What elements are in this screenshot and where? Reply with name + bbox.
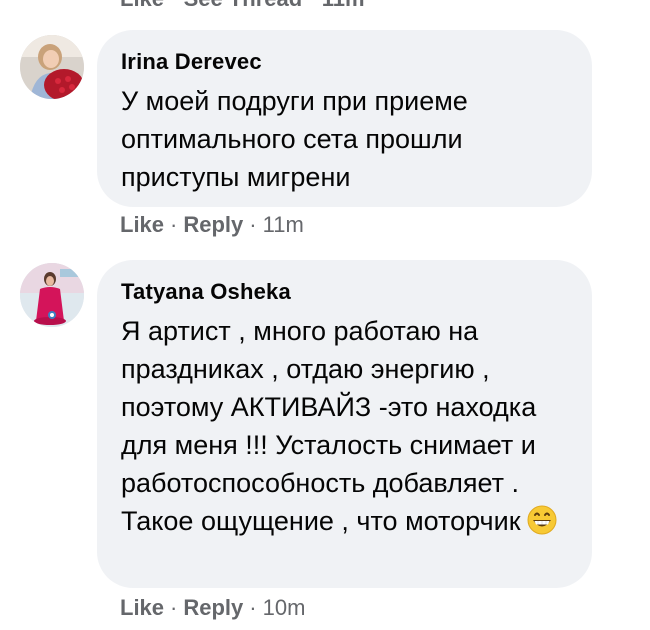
like-button[interactable]: Like (120, 212, 164, 237)
reply-button[interactable]: Reply (183, 212, 243, 237)
separator: · (170, 595, 178, 620)
comment-author[interactable]: Irina Derevec (121, 48, 566, 76)
comment-text: Я артист , много работаю на праздниках ,… (121, 312, 566, 540)
comment-actions: Like · Reply · 11m (120, 212, 304, 238)
timestamp[interactable]: 11m (263, 212, 304, 237)
comment-bubble: Irina Derevec У моей подруги при приеме … (97, 30, 592, 207)
grinning-face-icon (527, 505, 557, 535)
avatar[interactable] (20, 35, 84, 99)
timestamp[interactable]: 10m (263, 595, 306, 620)
comment-text-content: Я артист , много работаю на праздниках ,… (121, 316, 537, 536)
user-photo-icon (20, 35, 84, 99)
comment-text: У моей подруги при приеме оптимального с… (121, 86, 468, 192)
comment-author[interactable]: Tatyana Osheka (121, 278, 566, 306)
comment-bubble: Tatyana Osheka Я артист , много работаю … (97, 260, 592, 588)
previous-comment-actions: Like · See Thread · 11m (120, 0, 365, 12)
avatar[interactable] (20, 263, 84, 327)
like-button[interactable]: Like (120, 595, 164, 620)
comment-actions: Like · Reply · 10m (120, 595, 305, 621)
reply-button[interactable]: Reply (183, 595, 243, 620)
separator: · (249, 212, 257, 237)
separator: · (170, 212, 178, 237)
separator: · (249, 595, 257, 620)
user-photo-icon (20, 263, 84, 327)
